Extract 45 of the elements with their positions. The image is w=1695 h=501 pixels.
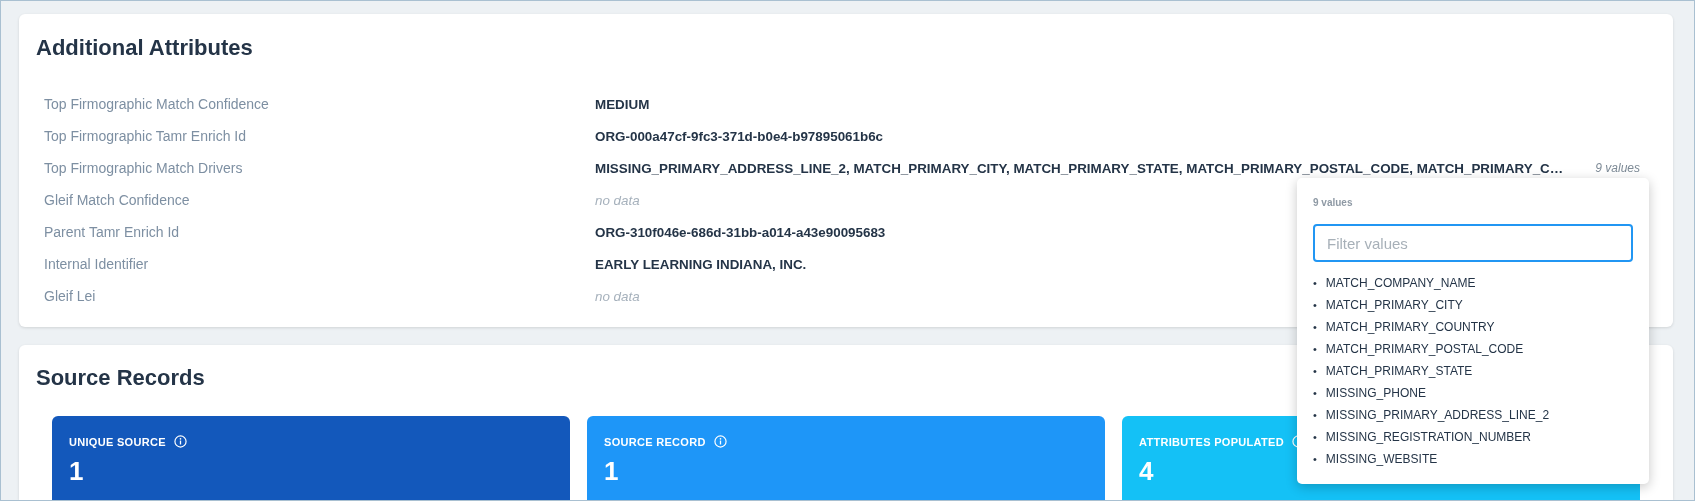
info-icon[interactable] [713, 435, 727, 448]
bullet-icon: • [1313, 429, 1317, 445]
filter-field[interactable]: Filter values [1313, 224, 1633, 262]
attribute-value: ORG-000a47cf-9fc3-371d-b0e4-b97895061b6c [595, 128, 884, 144]
attribute-label: Gleif Lei [44, 288, 97, 304]
bullet-icon: • [1313, 341, 1317, 357]
bullet-icon: • [1313, 275, 1317, 291]
info-icon[interactable] [173, 435, 187, 448]
stat-value: 1 [69, 456, 84, 487]
bullet-icon: • [1313, 363, 1317, 379]
attribute-value: MEDIUM [595, 96, 650, 112]
value-item: MISSING_REGISTRATION_NUMBER [1325, 429, 1531, 445]
attribute-label: Top Firmographic Match Drivers [44, 160, 244, 176]
stat-value: 4 [1139, 456, 1154, 487]
attribute-value: MISSING_PRIMARY_ADDRESS_LINE_2, MATCH_PRIMARY_CITY, MATCH_PRIMARY_STATE, MATCH_PRIMARY_POSTAL_CODE, MATCH_PRIMARY_C… [595, 160, 1564, 176]
no-data-text: no data [595, 288, 640, 304]
stat-label: SOURCE RECORD [604, 435, 706, 448]
attribute-value: ORG-310f046e-686d-31bb-a014-a43e90095683 [595, 224, 886, 240]
value-item: MISSING_PHONE [1325, 385, 1426, 401]
stat-label: ATTRIBUTES POPULATED [1139, 435, 1284, 448]
value-item: MATCH_PRIMARY_COUNTRY [1325, 319, 1495, 335]
bullet-icon: • [1313, 407, 1317, 423]
bullet-icon: • [1313, 297, 1317, 313]
attribute-label: Top Firmographic Tamr Enrich Id [44, 128, 248, 144]
bullet-icon: • [1313, 319, 1317, 335]
value-item: MISSING_WEBSITE [1325, 451, 1438, 467]
bullet-icon: • [1313, 385, 1317, 401]
no-data-text: no data [595, 192, 640, 208]
attribute-label: Internal Identifier [44, 256, 150, 272]
values-count-link[interactable]: 9 values [1595, 161, 1640, 175]
attribute-label: Parent Tamr Enrich Id [44, 224, 181, 240]
attribute-label: Top Firmographic Match Confidence [44, 96, 270, 112]
value-item: MATCH_COMPANY_NAME [1325, 275, 1476, 291]
section-title: Source Records [36, 365, 205, 391]
attribute-value: EARLY LEARNING INDIANA, INC. [595, 256, 807, 272]
value-item: MATCH_PRIMARY_STATE [1325, 363, 1473, 379]
stat-label: UNIQUE SOURCE [69, 435, 166, 448]
value-item: MATCH_PRIMARY_POSTAL_CODE [1325, 341, 1524, 357]
section-title: Additional Attributes [36, 34, 253, 61]
attribute-label: Gleif Match Confidence [44, 192, 191, 208]
value-item: MATCH_PRIMARY_CITY [1325, 297, 1463, 313]
stat-value: 1 [604, 456, 619, 487]
value-item: MISSING_PRIMARY_ADDRESS_LINE_2 [1325, 407, 1550, 423]
popover-heading: 9 values [1313, 197, 1353, 208]
bullet-icon: • [1313, 451, 1317, 467]
